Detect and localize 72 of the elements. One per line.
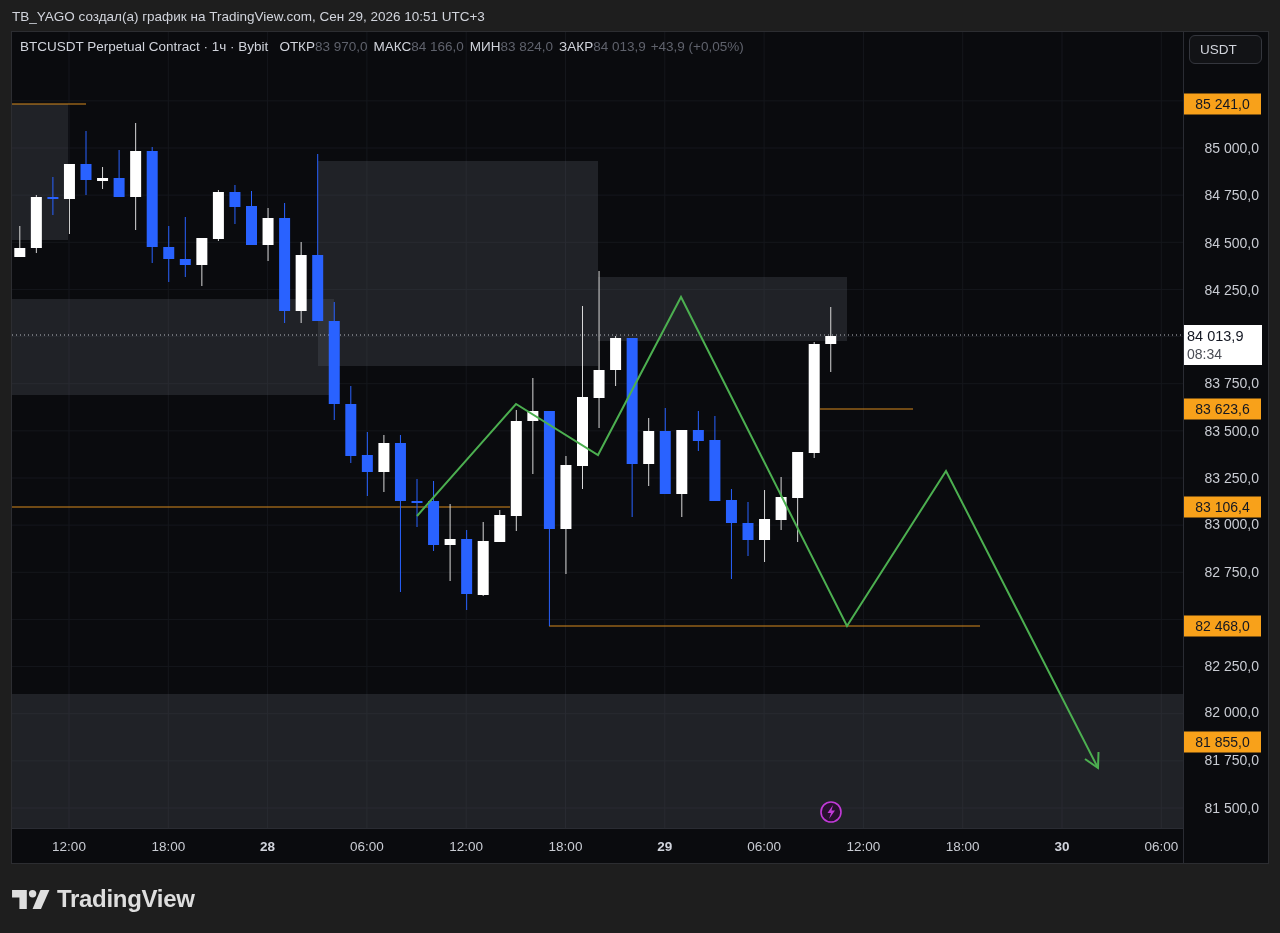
price-axis-label: 84 500,0 [1204, 235, 1259, 251]
last-price-value: 84 013,9 [1187, 327, 1244, 345]
candle [179, 216, 191, 278]
candle [428, 480, 440, 552]
time-axis-label: 06:00 [350, 838, 384, 854]
candle [692, 410, 704, 452]
price-axis-label: 82 000,0 [1204, 704, 1259, 720]
time-axis-label: 18:00 [151, 838, 186, 854]
legend-value: 83 970,0 [315, 39, 368, 54]
candle [80, 130, 92, 196]
price-axis-label: 84 750,0 [1204, 187, 1259, 203]
candle [262, 207, 274, 262]
candle [361, 431, 373, 497]
candle [775, 476, 787, 531]
price-axis-label: 85 000,0 [1204, 140, 1259, 156]
legend-label: МАКС [373, 39, 412, 54]
legend-label: ЗАКР [559, 39, 594, 54]
candle [229, 184, 241, 225]
time-axis-label: 12:00 [449, 838, 484, 854]
candle [63, 163, 75, 235]
time-axis-label: 18:00 [548, 838, 583, 854]
level-price-tag: 81 855,0 [1184, 731, 1261, 753]
time-axis-label: 18:00 [945, 838, 980, 854]
candle [643, 417, 655, 487]
candle [30, 194, 42, 254]
candle [47, 176, 59, 216]
price-axis-label: 81 750,0 [1204, 752, 1259, 768]
price-axis-label: 83 750,0 [1204, 375, 1259, 391]
level-price-tag: 85 241,0 [1184, 93, 1261, 115]
price-axis-label: 82 250,0 [1204, 658, 1259, 674]
chart-caption: TB_YAGO создал(а) график на TradingView.com, Сен 29, 2026 10:51 UTC+3 [12, 9, 485, 24]
candle [246, 190, 257, 246]
price-axis-label: 84 250,0 [1204, 282, 1259, 298]
time-axis-label: 06:00 [747, 838, 781, 854]
symbol-title: BTCUSDT Perpetual Contract · 1ч · Bybit [20, 39, 269, 54]
legend-label: ОТКР [279, 39, 315, 54]
legend-value: 84 166,0 [411, 39, 464, 54]
candle [825, 306, 837, 373]
logo-icon [12, 888, 50, 909]
level-price-tag: 83 623,6 [1184, 398, 1261, 420]
time-axis-label: 30 [1054, 838, 1070, 854]
candle [196, 237, 208, 287]
candle [212, 189, 224, 242]
currency-button[interactable]: USDT [1189, 35, 1262, 64]
candle [14, 225, 26, 258]
candle [378, 434, 390, 493]
level-price-tag: 82 468,0 [1184, 615, 1261, 637]
price-change: +43,9 (+0,05%) [650, 39, 744, 54]
price-axis-label: 81 500,0 [1204, 800, 1259, 816]
price-axis-label: 83 000,0 [1204, 516, 1259, 532]
time-axis-label: 29 [657, 838, 673, 854]
candle [411, 478, 423, 528]
lightning-icon[interactable] [820, 801, 842, 823]
countdown-timer: 08:34 [1187, 345, 1223, 363]
time-axis-label: 12:00 [846, 838, 881, 854]
price-axis-label: 82 750,0 [1204, 564, 1259, 580]
legend-value: 84 013,9 [593, 39, 646, 54]
candle [163, 225, 175, 283]
candle [97, 166, 109, 190]
candle [742, 501, 754, 557]
candle [494, 509, 506, 543]
time-axis-label: 28 [260, 838, 276, 854]
level-price-tag: 83 106,4 [1184, 496, 1261, 518]
price-axis-label: 83 500,0 [1204, 423, 1259, 439]
legend-label: МИН [469, 39, 501, 54]
candle [610, 335, 622, 387]
candle [113, 149, 125, 198]
logo-text: TradingView [57, 884, 195, 913]
time-axis-label: 12:00 [52, 838, 86, 854]
time-axis-label: 06:00 [1144, 838, 1179, 854]
price-axis-label: 83 250,0 [1204, 470, 1259, 486]
legend-value: 83 824,0 [500, 39, 554, 54]
